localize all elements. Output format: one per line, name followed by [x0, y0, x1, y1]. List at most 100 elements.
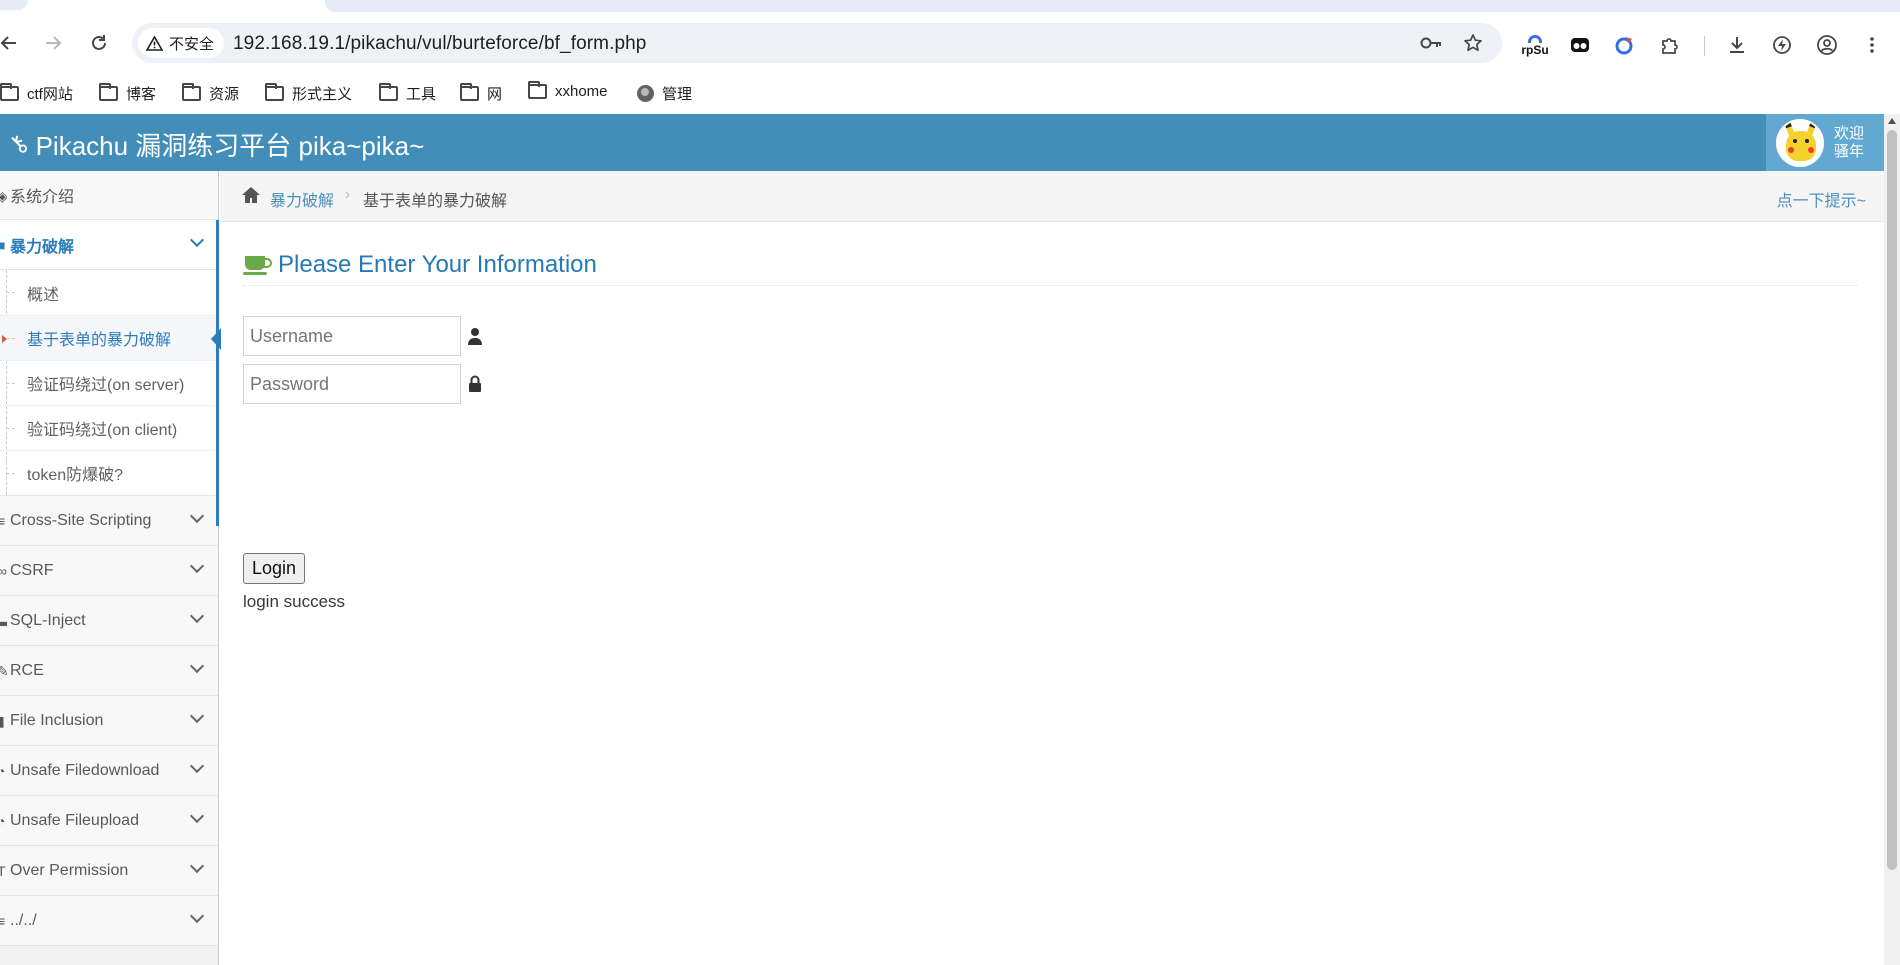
- security-chip[interactable]: 不安全: [138, 28, 225, 58]
- bookmark-admin[interactable]: 管理: [637, 83, 692, 104]
- folder-icon: [182, 83, 201, 101]
- password-input[interactable]: [243, 364, 461, 404]
- key-icon[interactable]: [1420, 32, 1442, 54]
- submenu-item-form-bruteforce[interactable]: 基于表单的暴力破解: [0, 315, 221, 360]
- user-icon: [468, 328, 482, 345]
- active-tab-area[interactable]: [325, 0, 1900, 12]
- folder-icon: [99, 83, 118, 101]
- download-icon[interactable]: [1722, 30, 1752, 60]
- warning-icon: [146, 35, 163, 51]
- chevron-down-icon: [189, 808, 205, 824]
- bookmark-tools[interactable]: 工具: [379, 83, 436, 104]
- tab-corner: [0, 0, 28, 10]
- caret-right-icon: [2, 335, 7, 343]
- login-button[interactable]: Login: [243, 553, 306, 584]
- scroll-thumb[interactable]: [1887, 130, 1897, 870]
- chevron-down-icon: [189, 708, 205, 724]
- bookmark-resources[interactable]: 资源: [182, 83, 239, 104]
- username-input[interactable]: [243, 316, 461, 356]
- welcome-text: 欢迎 骚年: [1833, 124, 1864, 160]
- folder-icon: [265, 83, 284, 101]
- edge-ext-icon[interactable]: [1610, 30, 1640, 60]
- toolbar-separator: [1704, 36, 1705, 56]
- desktop-icon: ◈: [0, 188, 7, 204]
- reload-icon: [92, 35, 106, 50]
- folder-icon: ≡: [0, 913, 6, 929]
- chevron-down-icon: [189, 508, 205, 524]
- home-icon[interactable]: [240, 184, 262, 206]
- page-title: Please Enter Your Information: [278, 251, 597, 278]
- file-icon: ▮: [0, 713, 5, 729]
- bookmark-star-icon[interactable]: [1462, 32, 1484, 54]
- submenu-item-captcha-client[interactable]: 验证码绕过(on client): [0, 405, 218, 450]
- puzzle-icon[interactable]: [1655, 30, 1685, 60]
- scroll-up-arrow-icon[interactable]: [1888, 118, 1896, 124]
- arrow-left-icon: [0, 36, 16, 50]
- sidebar-item-dir-traversal[interactable]: ≡ ../../: [0, 896, 218, 946]
- bookmark-blog[interactable]: 博客: [99, 83, 156, 104]
- sidebar-item-csrf[interactable]: ∞ CSRF: [0, 546, 218, 596]
- chevron-down-icon: [189, 558, 205, 574]
- coffee-icon: [243, 256, 272, 275]
- profile-icon[interactable]: [1812, 30, 1842, 60]
- site-brand[interactable]: ⚷ Pikachu 漏洞练习平台 pika~pika~: [3, 126, 425, 163]
- chevron-down-icon: [189, 858, 205, 874]
- folder-icon: [460, 83, 479, 101]
- submenu-item-token[interactable]: token防爆破?: [0, 450, 218, 495]
- submenu-item-captcha-server[interactable]: 验证码绕过(on server): [0, 360, 218, 405]
- lightning-icon[interactable]: [1767, 30, 1797, 60]
- forward-button[interactable]: [38, 28, 68, 58]
- bookmark-net[interactable]: 网: [460, 83, 502, 104]
- breadcrumb-link[interactable]: 暴力破解: [270, 187, 334, 211]
- rpsu-extension-icon[interactable]: rpSu: [1520, 30, 1550, 60]
- chevron-down-icon: [189, 608, 205, 624]
- sidebar-item-filedownload[interactable]: ◔ Unsafe Filedownload: [0, 746, 218, 796]
- clock-icon: ◔: [0, 763, 6, 779]
- url-text[interactable]: 192.168.19.1/pikachu/vul/burteforce/bf_f…: [233, 33, 646, 55]
- browser-toolbar: 不安全 192.168.19.1/pikachu/vul/burteforce/…: [0, 12, 1900, 74]
- security-label: 不安全: [169, 35, 215, 53]
- hint-link[interactable]: 点一下提示~: [1777, 187, 1866, 211]
- key-icon: ⚷: [3, 128, 35, 161]
- sidebar: ◈ 系统介绍 ■ 暴力破解 概述 基于表单的暴力破解 验证码绕过(on serv…: [0, 171, 221, 965]
- site-title: Pikachu 漏洞练习平台 pika~pika~: [35, 131, 425, 161]
- sidebar-item-file-inclusion[interactable]: ▮ File Inclusion: [0, 696, 218, 746]
- sidebar-item-fileupload[interactable]: ◔ Unsafe Fileupload: [0, 796, 218, 846]
- login-status: login success: [243, 592, 346, 611]
- bookmark-ctf[interactable]: ctf网站: [0, 83, 73, 104]
- tampermonkey-icon[interactable]: [1565, 30, 1595, 60]
- menu-icon[interactable]: [1857, 30, 1887, 60]
- folder-icon: [0, 83, 19, 101]
- reload-button[interactable]: [84, 28, 114, 58]
- link-icon: ∞: [0, 563, 7, 579]
- list-icon: ≡: [0, 513, 6, 529]
- bookmark-formalism[interactable]: 形式主义: [265, 83, 352, 104]
- address-bar[interactable]: 不安全 192.168.19.1/pikachu/vul/burteforce/…: [132, 23, 1502, 63]
- chevron-down-icon: [189, 658, 205, 674]
- tab-strip: [0, 0, 1900, 12]
- web-page: ⚷ Pikachu 漏洞练习平台 pika~pika~ 欢迎 骚年 ◈ 系统介绍…: [0, 114, 1884, 965]
- folder-icon: [528, 81, 547, 99]
- breadcrumb-current: 基于表单的暴力破解: [363, 193, 508, 210]
- chevron-down-icon: [189, 758, 205, 774]
- sidebar-item-bruteforce[interactable]: ■ 暴力破解: [0, 220, 218, 270]
- sidebar-item-over-permission[interactable]: T Over Permission: [0, 846, 218, 896]
- form-header: Please Enter Your Information: [243, 246, 1857, 286]
- fax-icon: ▬: [0, 613, 7, 629]
- bookmark-xxhome[interactable]: xxhome: [528, 81, 608, 100]
- sidebar-item-sqli[interactable]: ▬ SQL-Inject: [0, 596, 218, 646]
- page-scrollbar[interactable]: [1884, 114, 1900, 965]
- clock-icon: ◔: [0, 813, 6, 829]
- submenu-item-overview[interactable]: 概述: [0, 270, 218, 315]
- sidebar-item-intro[interactable]: ◈ 系统介绍: [0, 171, 218, 220]
- site-header: ⚷ Pikachu 漏洞练习平台 pika~pika~ 欢迎 骚年: [0, 114, 1884, 171]
- bookmarks-bar: ctf网站 博客 资源 形式主义 工具 网 xxhome 管理: [0, 74, 1900, 114]
- breadcrumb-separator: ›: [345, 186, 350, 203]
- sidebar-item-xss[interactable]: ≡ Cross-Site Scripting: [0, 496, 218, 546]
- globe-icon: [637, 85, 654, 102]
- sidebar-item-rce[interactable]: ✎ RCE: [0, 646, 218, 696]
- back-button[interactable]: [0, 28, 24, 58]
- active-section-bar: [216, 220, 219, 526]
- user-menu[interactable]: 欢迎 骚年: [1765, 114, 1884, 171]
- lock-icon: ■: [0, 237, 6, 253]
